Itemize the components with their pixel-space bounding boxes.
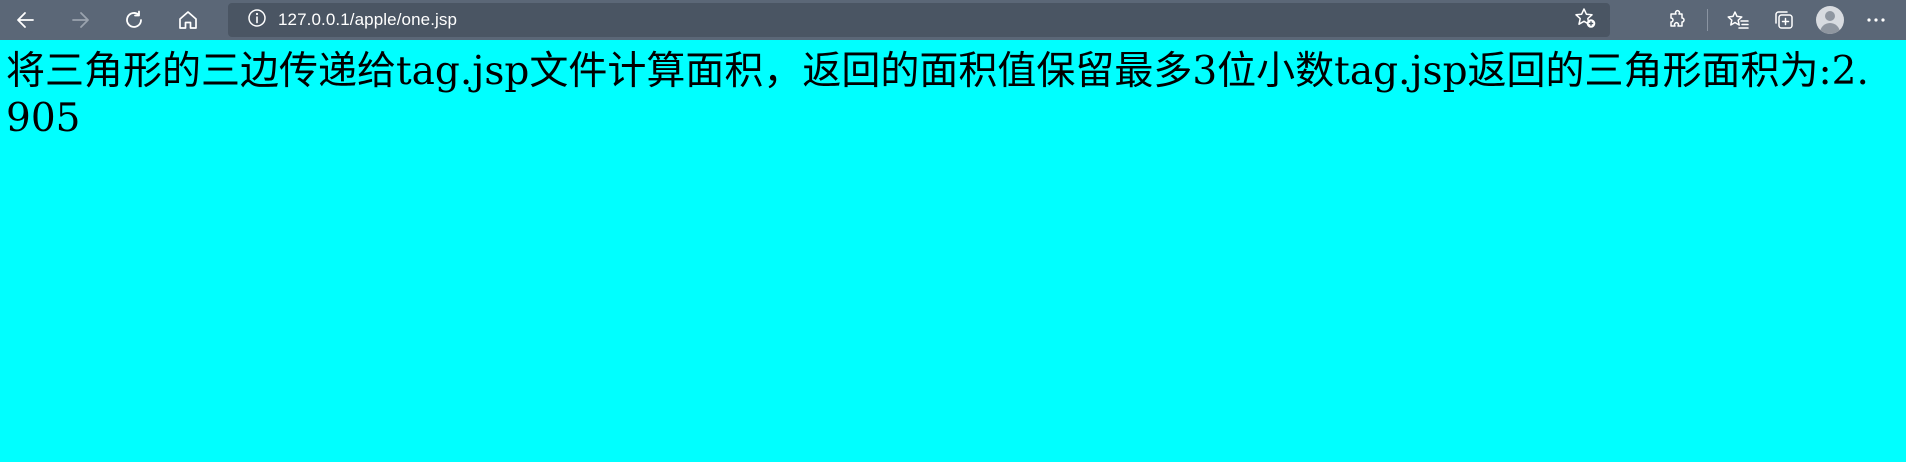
extensions-button[interactable] (1659, 2, 1695, 38)
refresh-button[interactable] (116, 2, 152, 38)
extensions-puzzle-icon (1665, 8, 1689, 32)
result-message: 将三角形的三边传递给tag.jsp文件计算面积，返回的面积值保留最多3位小数ta… (6, 49, 1869, 141)
add-favorite-button[interactable] (1572, 7, 1598, 33)
forward-button[interactable] (62, 2, 98, 38)
home-button[interactable] (170, 2, 206, 38)
browser-toolbar: 127.0.0.1/apple/one.jsp (0, 0, 1906, 40)
toolbar-right-actions (1659, 2, 1906, 38)
page-content: 将三角形的三边传递给tag.jsp文件计算面积，返回的面积值保留最多3位小数ta… (0, 40, 1906, 462)
info-icon (247, 8, 267, 32)
add-favorite-star-icon (1573, 6, 1597, 34)
url-text[interactable]: 127.0.0.1/apple/one.jsp (278, 10, 457, 30)
toolbar-divider (1707, 9, 1708, 31)
favorites-button[interactable] (1720, 2, 1756, 38)
collections-button[interactable] (1766, 2, 1802, 38)
refresh-icon (123, 9, 145, 31)
profile-avatar-icon (1816, 6, 1844, 34)
more-menu-button[interactable] (1858, 2, 1894, 38)
home-icon (177, 9, 199, 31)
site-info-button[interactable] (240, 3, 274, 37)
favorites-icon (1726, 8, 1750, 32)
back-arrow-icon (15, 9, 37, 31)
collections-icon (1772, 8, 1796, 32)
more-menu-icon (1864, 8, 1888, 32)
forward-arrow-icon (69, 9, 91, 31)
back-button[interactable] (8, 2, 44, 38)
profile-button[interactable] (1812, 2, 1848, 38)
address-bar[interactable]: 127.0.0.1/apple/one.jsp (228, 3, 1610, 37)
